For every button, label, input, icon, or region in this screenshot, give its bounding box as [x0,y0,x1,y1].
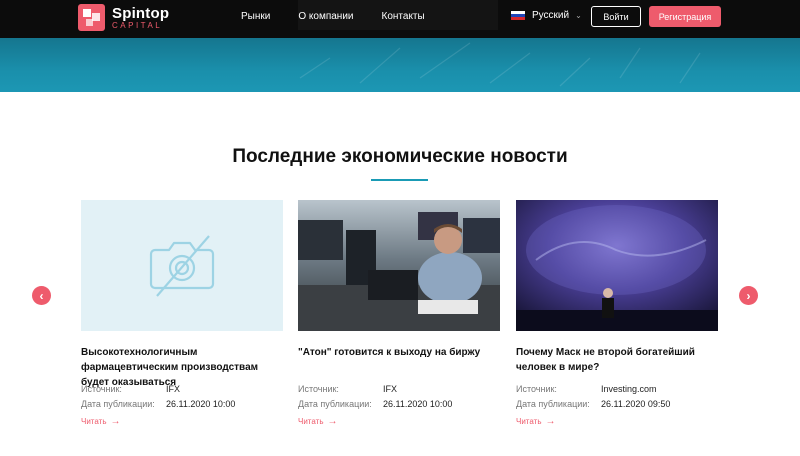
date-label: Дата публикации: [516,398,590,409]
chevron-right-icon: › [746,288,751,303]
camera-off-icon [149,235,215,297]
news-image-placeholder[interactable] [81,200,283,331]
arrow-right-icon: → [545,416,556,427]
source-label: Источник: [298,383,339,394]
title-underline [371,179,428,181]
trading-floor-photo [298,200,500,331]
logo-name: Spintop [112,4,170,22]
carousel-prev-button[interactable]: ‹ [32,286,51,305]
read-link[interactable]: Читать → [81,416,283,427]
source-label: Источник: [516,383,557,394]
register-button[interactable]: Регистрация [649,6,721,27]
arrow-right-icon: → [327,416,338,427]
login-button[interactable]: Войти [591,6,641,27]
read-label: Читать [81,417,107,426]
language-selector[interactable]: Русский ⌄ [511,10,582,21]
date-value: 26.11.2020 10:00 [166,398,236,409]
read-label: Читать [516,417,542,426]
source-label: Источник: [81,383,122,394]
chevron-down-icon: ⌄ [575,11,582,20]
read-label: Читать [298,417,324,426]
russia-flag-icon [511,10,525,21]
nav-markets[interactable]: Рынки [241,11,270,22]
news-image[interactable] [516,200,718,331]
arrow-right-icon: → [110,416,121,427]
source-value: Investing.com [601,383,657,394]
news-card[interactable]: "Атон" готовится к выходу на биржу Источ… [298,200,500,427]
news-card[interactable]: Высокотехнологичным фармацевтическим про… [81,200,283,427]
date-label: Дата публикации: [298,398,372,409]
speaker-stage-photo [516,200,718,331]
logo[interactable]: Spintop CAPITAL [78,4,169,31]
section-title: Последние экономические новости [232,146,568,167]
date-value: 26.11.2020 10:00 [383,398,453,409]
nav-contacts[interactable]: Контакты [382,11,425,22]
news-title[interactable]: Высокотехнологичным фармацевтическим про… [81,345,283,388]
date-value: 26.11.2020 09:50 [601,398,671,409]
news-image[interactable] [298,200,500,331]
news-title[interactable]: "Атон" готовится к выходу на биржу [298,345,500,375]
read-link[interactable]: Читать → [516,416,718,427]
band-ticker-watermark [299,42,701,87]
news-title[interactable]: Почему Маск не второй богатейший человек… [516,345,718,375]
chevron-left-icon: ‹ [39,288,44,303]
logo-subtitle: CAPITAL [112,20,163,30]
language-label: Русский [532,10,570,21]
hero-band [0,38,800,92]
source-value: IFX [166,383,181,394]
source-value: IFX [383,383,398,394]
nav-about[interactable]: О компании [298,11,353,22]
logo-mark-icon [78,4,105,31]
date-label: Дата публикации: [81,398,155,409]
carousel-next-button[interactable]: › [739,286,758,305]
top-header: Spintop CAPITAL Рынки О компании Контакт… [0,0,800,38]
read-link[interactable]: Читать → [298,416,500,427]
main-nav: Рынки О компании Контакты [241,11,453,22]
news-card[interactable]: Почему Маск не второй богатейший человек… [516,200,718,427]
